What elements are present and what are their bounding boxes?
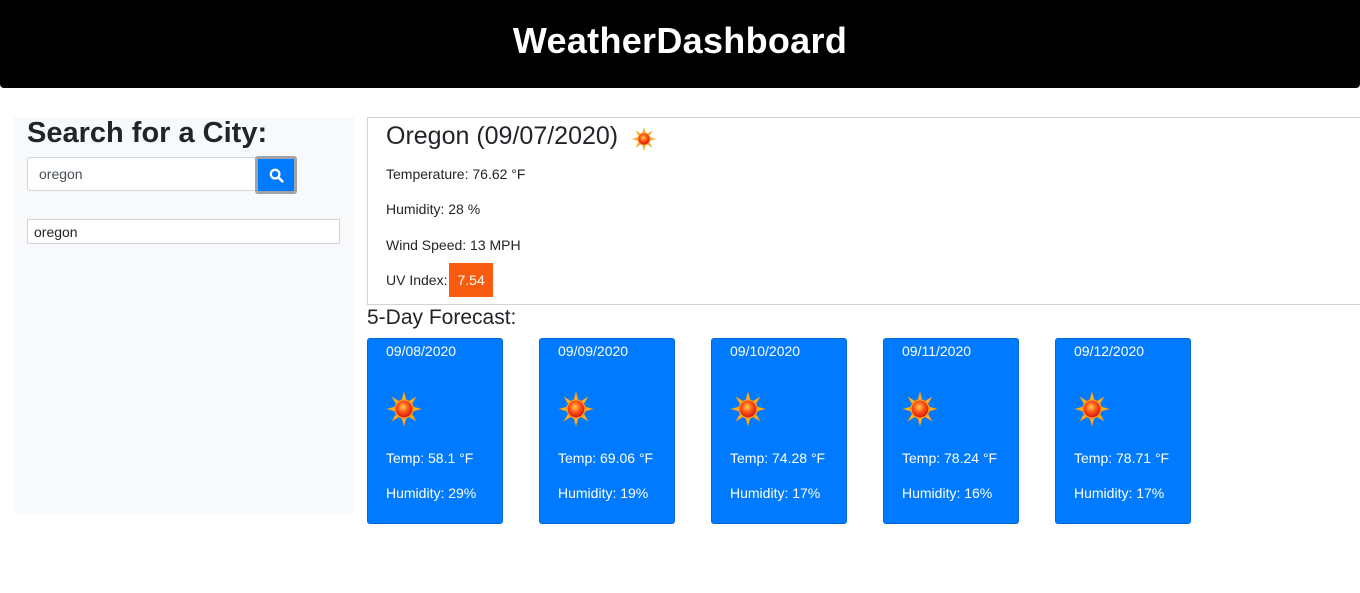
forecast-humidity: Humidity: 19% — [558, 485, 649, 501]
forecast-temp: Temp: 78.71 °F — [1074, 450, 1170, 466]
forecast-date: 09/08/2020 — [386, 343, 457, 359]
forecast-date: 09/11/2020 — [902, 343, 972, 359]
forecast-date: 09/09/2020 — [558, 343, 629, 359]
forecast-humidity: Humidity: 16% — [902, 485, 993, 501]
forecast-card: 09/10/2020 Temp: 74.28 °F Humidity: 17% — [711, 338, 847, 524]
forecast-temp: Temp: 74.28 °F — [730, 450, 826, 466]
sun-icon — [730, 391, 766, 427]
current-temperature: Temperature: 76.62 °F — [386, 166, 526, 182]
current-city-title: Oregon (09/07/2020) — [386, 121, 619, 150]
current-wind-speed: Wind Speed: 13 MPH — [386, 237, 521, 253]
forecast-temp: Temp: 78.24 °F — [902, 450, 998, 466]
uv-label: UV Index: — [386, 272, 448, 288]
sun-icon — [632, 127, 656, 151]
forecast-card: 09/12/2020 Temp: 78.71 °F Humidity: 17% — [1055, 338, 1191, 524]
app-header: WeatherDashboard — [0, 0, 1360, 88]
search-sidebar: Search for a City: oregon — [14, 117, 354, 514]
city-search-input[interactable] — [27, 157, 256, 191]
uv-index-badge: 7.54 — [449, 263, 493, 297]
forecast-date: 09/12/2020 — [1074, 343, 1145, 359]
forecast-humidity: Humidity: 29% — [386, 485, 477, 501]
sun-icon — [386, 391, 422, 427]
current-humidity: Humidity: 28 % — [386, 201, 481, 217]
sun-icon — [902, 391, 938, 427]
forecast-card: 09/11/2020 Temp: 78.24 °F Humidity: 16% — [883, 338, 1019, 524]
forecast-card: 09/09/2020 Temp: 69.06 °F Humidity: 19% — [539, 338, 675, 524]
current-uv-row: UV Index: 7.54 — [386, 263, 493, 297]
search-button[interactable] — [255, 156, 297, 194]
app-title: WeatherDashboard — [512, 20, 848, 61]
forecast-humidity: Humidity: 17% — [1074, 485, 1165, 501]
current-weather-panel: Oregon (09/07/2020) Temperature: 76.62 °… — [367, 117, 1360, 305]
forecast-temp: Temp: 58.1 °F — [386, 450, 474, 466]
search-history-item[interactable]: oregon — [27, 219, 340, 244]
search-icon — [269, 168, 284, 183]
forecast-humidity: Humidity: 17% — [730, 485, 821, 501]
forecast-date: 09/10/2020 — [730, 343, 801, 359]
search-heading: Search for a City: — [27, 117, 268, 149]
sun-icon — [1074, 391, 1110, 427]
forecast-temp: Temp: 69.06 °F — [558, 450, 654, 466]
sun-icon — [558, 391, 594, 427]
forecast-card: 09/08/2020 Temp: 58.1 °F Humidity: 29% — [367, 338, 503, 524]
forecast-title: 5-Day Forecast: — [367, 306, 517, 329]
